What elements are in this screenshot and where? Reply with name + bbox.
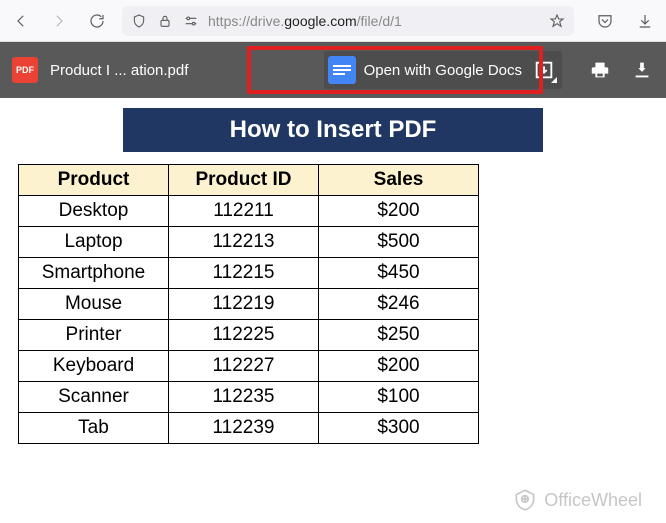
watermark-text: OfficeWheel xyxy=(544,490,642,511)
pocket-icon[interactable] xyxy=(592,8,618,34)
browser-toolbar: https://drive.google.com/file/d/1 xyxy=(0,0,666,42)
table-row: Printer112225$250 xyxy=(19,320,479,351)
table-cell: $250 xyxy=(319,320,479,351)
lock-icon xyxy=(156,12,174,30)
table-row: Tab112239$300 xyxy=(19,413,479,444)
download-icon[interactable] xyxy=(632,8,658,34)
settings-toggle-icon[interactable] xyxy=(182,12,200,30)
pdf-badge-icon: PDF xyxy=(12,57,38,83)
open-with-dropdown-icon[interactable] xyxy=(530,56,558,84)
table-cell: $246 xyxy=(319,289,479,320)
address-bar[interactable]: https://drive.google.com/file/d/1 xyxy=(122,6,574,36)
table-cell: Smartphone xyxy=(19,258,169,289)
open-with-label: Open with Google Docs xyxy=(364,62,522,79)
table-cell: Mouse xyxy=(19,289,169,320)
table-cell: 112225 xyxy=(169,320,319,351)
data-table: ProductProduct IDSales Desktop112211$200… xyxy=(18,164,479,444)
table-cell: $100 xyxy=(319,382,479,413)
table-row: Laptop112213$500 xyxy=(19,227,479,258)
star-icon[interactable] xyxy=(548,12,566,30)
document-content: How to Insert PDF ProductProduct IDSales… xyxy=(0,108,666,444)
url-text: https://drive.google.com/file/d/1 xyxy=(208,13,540,29)
table-row: Smartphone112215$450 xyxy=(19,258,479,289)
reload-button[interactable] xyxy=(84,8,110,34)
table-cell: Laptop xyxy=(19,227,169,258)
forward-button[interactable] xyxy=(46,8,72,34)
table-cell: 112215 xyxy=(169,258,319,289)
table-cell: Scanner xyxy=(19,382,169,413)
shield-icon xyxy=(130,12,148,30)
table-header: Product xyxy=(19,165,169,196)
table-header: Product ID xyxy=(169,165,319,196)
table-cell: $200 xyxy=(319,196,479,227)
table-cell: Printer xyxy=(19,320,169,351)
table-cell: 112213 xyxy=(169,227,319,258)
back-button[interactable] xyxy=(8,8,34,34)
table-cell: $500 xyxy=(319,227,479,258)
table-row: Scanner112235$100 xyxy=(19,382,479,413)
print-icon[interactable] xyxy=(588,58,612,82)
drive-viewer-header: PDF Product I ... ation.pdf Open with Go… xyxy=(0,42,666,98)
table-header: Sales xyxy=(319,165,479,196)
table-cell: Keyboard xyxy=(19,351,169,382)
download-file-icon[interactable] xyxy=(630,58,654,82)
table-cell: 112235 xyxy=(169,382,319,413)
open-with-button[interactable]: Open with Google Docs xyxy=(324,51,562,89)
table-row: Mouse112219$246 xyxy=(19,289,479,320)
table-cell: $200 xyxy=(319,351,479,382)
watermark-logo-icon xyxy=(512,487,538,513)
watermark: OfficeWheel xyxy=(512,487,642,513)
table-cell: $450 xyxy=(319,258,479,289)
table-cell: Desktop xyxy=(19,196,169,227)
table-cell: $300 xyxy=(319,413,479,444)
table-row: Keyboard112227$200 xyxy=(19,351,479,382)
google-docs-icon xyxy=(328,56,356,84)
table-cell: 112219 xyxy=(169,289,319,320)
table-cell: Tab xyxy=(19,413,169,444)
table-row: Desktop112211$200 xyxy=(19,196,479,227)
document-title: How to Insert PDF xyxy=(123,108,543,152)
table-cell: 112227 xyxy=(169,351,319,382)
table-cell: 112239 xyxy=(169,413,319,444)
table-cell: 112211 xyxy=(169,196,319,227)
file-name: Product I ... ation.pdf xyxy=(50,62,188,79)
